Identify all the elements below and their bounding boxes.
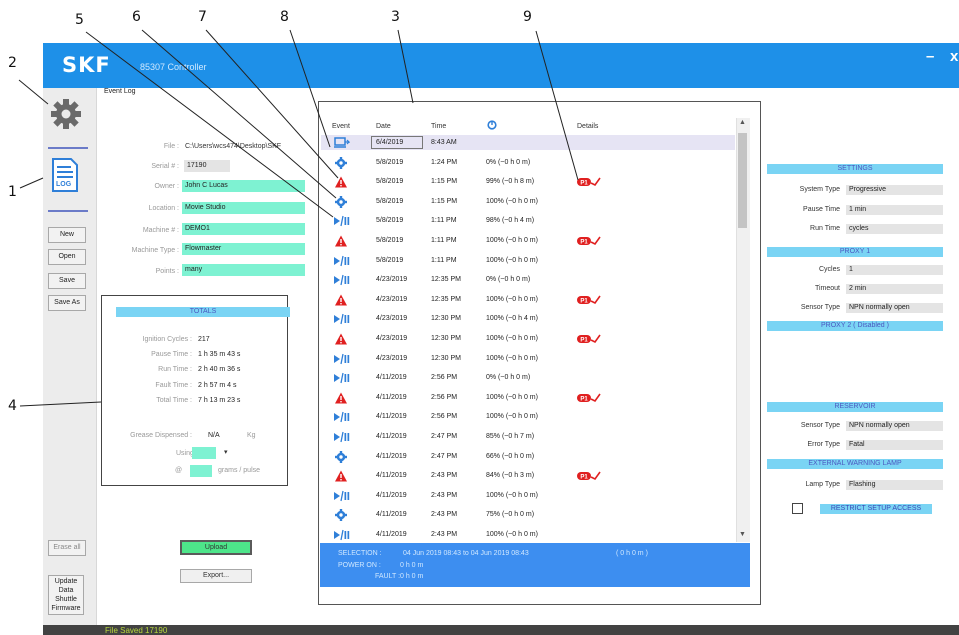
- callout-leader-lines: [18, 29, 579, 407]
